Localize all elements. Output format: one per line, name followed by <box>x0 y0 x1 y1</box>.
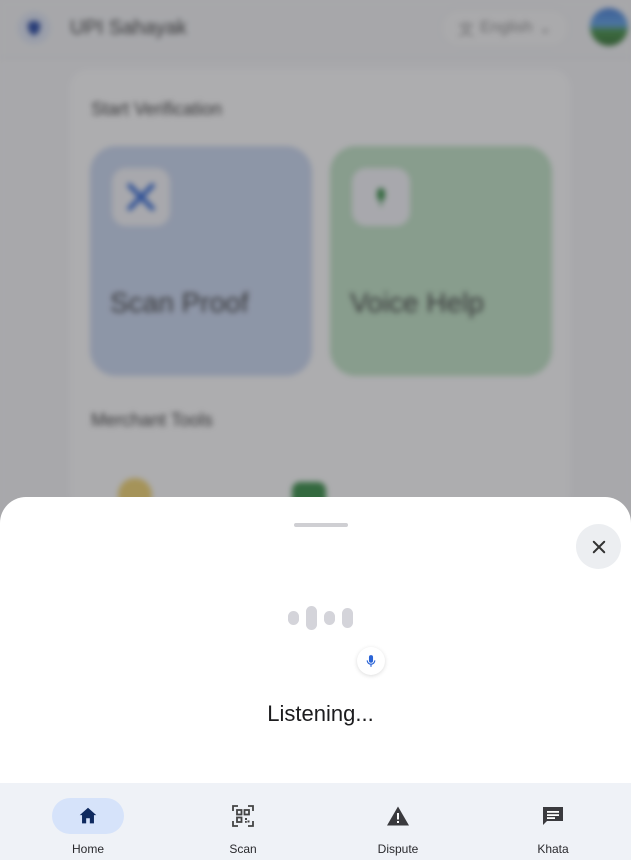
nav-icon-holder <box>362 798 434 834</box>
mic-icon <box>366 655 376 667</box>
nav-icon-holder <box>517 798 589 834</box>
waveform-bar <box>342 608 353 628</box>
nav-item-khata[interactable]: Khata <box>493 783 613 860</box>
nav-item-home[interactable]: Home <box>28 783 148 860</box>
nav-label-khata: Khata <box>537 842 569 856</box>
nav-active-indicator <box>52 798 124 834</box>
nav-item-scan[interactable]: Scan <box>183 783 303 860</box>
drag-handle[interactable] <box>294 523 348 527</box>
nav-label-home: Home <box>71 842 104 856</box>
message-icon <box>543 807 563 825</box>
waveform-bar <box>324 611 335 625</box>
warning-icon <box>387 806 409 826</box>
nav-label-dispute: Dispute <box>377 842 419 856</box>
qr-scan-icon <box>232 805 254 827</box>
listening-status: Listening... <box>267 701 374 726</box>
bottom-navigation: Home Scan Dispute Khata <box>0 783 631 860</box>
mic-indicator[interactable] <box>357 647 385 675</box>
home-icon <box>79 807 97 824</box>
close-icon <box>592 540 605 553</box>
nav-item-dispute[interactable]: Dispute <box>338 783 458 860</box>
nav-icon-holder <box>207 798 279 834</box>
waveform-bar <box>306 606 317 630</box>
waveform-bar <box>288 611 299 625</box>
nav-label-scan: Scan <box>229 842 257 856</box>
close-button[interactable] <box>576 524 621 569</box>
voice-listening-sheet: Listening... <box>0 497 631 787</box>
